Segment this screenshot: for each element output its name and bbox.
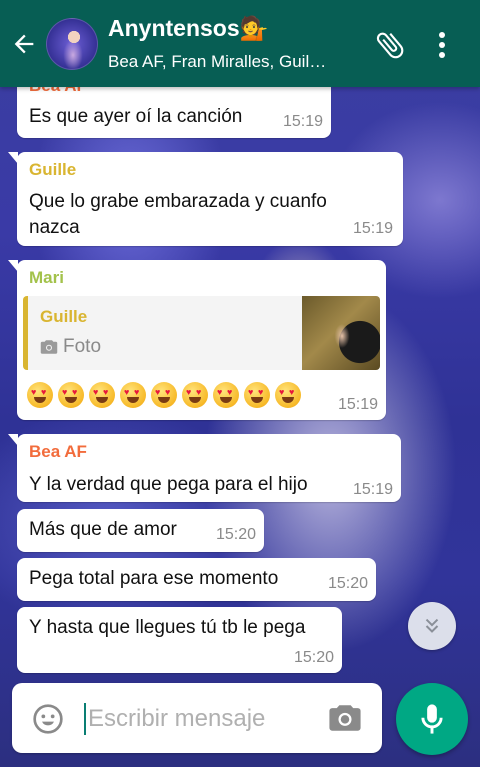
bubble-tail [8,152,18,164]
message-time: 15:20 [327,575,368,592]
paperclip-icon [376,32,404,59]
text-cursor [84,703,86,735]
more-options-button[interactable] [432,30,452,60]
heart-eyes-emoji-icon: ♥ ♥ [151,382,177,408]
double-chevron-down-icon [425,618,439,633]
heart-eyes-emoji-icon: ♥ ♥ [58,382,84,408]
message-time: 15:19 [352,481,393,498]
message-text: Que lo grabe embarazada y cuanfo nazca [29,191,327,238]
heart-eyes-emoji-icon: ♥ ♥ [182,382,208,408]
message-input[interactable]: Escribir mensaje [88,703,265,735]
message-time: 15:19 [352,220,393,237]
quoted-sender: Guille [40,307,88,326]
message-time: 15:20 [293,649,334,666]
chat-header: Anyntensos💁 Bea AF, Fran Miralles, Guil… [0,0,480,87]
heart-eyes-emoji-icon: ♥ ♥ [244,382,270,408]
emoji-button[interactable] [32,703,64,735]
message-bubble[interactable]: Pega total para ese momento 15:20 [17,558,376,601]
bubble-tail [8,260,18,272]
emoji-message: ♥ ♥ ♥ ♥ ♥ ♥ ♥ ♥ ♥ ♥ ♥ ♥ ♥ ♥ ♥ ♥ ♥ ♥ [27,382,301,408]
heart-eyes-emoji-icon: ♥ ♥ [89,382,115,408]
quoted-photo-thumbnail [302,296,380,370]
back-arrow-icon [14,34,34,54]
message-text: Es que ayer oí la canción [29,106,243,127]
emoji-icon [33,704,63,734]
camera-icon [40,340,58,354]
group-avatar[interactable] [46,18,98,70]
message-bubble[interactable]: Mari Guille Foto ♥ ♥ ♥ ♥ ♥ ♥ ♥ ♥ ♥ ♥ ♥ ♥ ♥ ♥ ♥ ♥… [8,260,386,420]
scroll-to-bottom-button[interactable] [408,602,456,650]
message-text: Más que de amor [29,519,177,540]
heart-eyes-emoji-icon: ♥ ♥ [120,382,146,408]
message-time: 15:20 [215,526,256,543]
message-composer: Escribir mensaje [12,683,382,753]
camera-button[interactable] [328,703,364,735]
message-sender: Guille [29,160,77,179]
camera-icon [329,705,361,731]
message-time: 15:19 [282,113,323,130]
message-sender: Mari [29,268,64,287]
quote-accent-bar [23,296,28,370]
back-button[interactable] [8,26,40,62]
message-time: 15:19 [337,396,378,413]
attach-button[interactable] [372,28,408,62]
quoted-message[interactable]: Guille Foto [23,296,380,370]
voice-record-button[interactable] [396,683,468,755]
heart-eyes-emoji-icon: ♥ ♥ [213,382,239,408]
message-text: Y hasta que llegues tú tb le pega [29,617,306,638]
message-bubble[interactable]: Más que de amor 15:20 [17,509,264,552]
quoted-label-row: Foto [40,336,101,358]
message-sender: Bea AF [29,442,87,461]
chat-title[interactable]: Anyntensos💁 [108,15,268,42]
heart-eyes-emoji-icon: ♥ ♥ [27,382,53,408]
message-text: Pega total para ese momento [29,568,279,589]
message-bubble[interactable]: Bea AF Y la verdad que pega para el hijo… [8,434,401,502]
chat-participants[interactable]: Bea AF, Fran Miralles, Guil… [108,52,356,72]
bubble-tail [8,434,18,446]
heart-eyes-emoji-icon: ♥ ♥ [275,382,301,408]
message-bubble[interactable]: Guille Que lo grabe embarazada y cuanfo … [8,152,403,246]
quoted-label: Foto [63,336,102,357]
mic-icon [421,704,443,734]
message-bubble[interactable]: Y hasta que llegues tú tb le pega 15:20 [17,607,342,673]
message-text: Y la verdad que pega para el hijo [29,474,308,495]
more-vert-icon [439,32,445,58]
